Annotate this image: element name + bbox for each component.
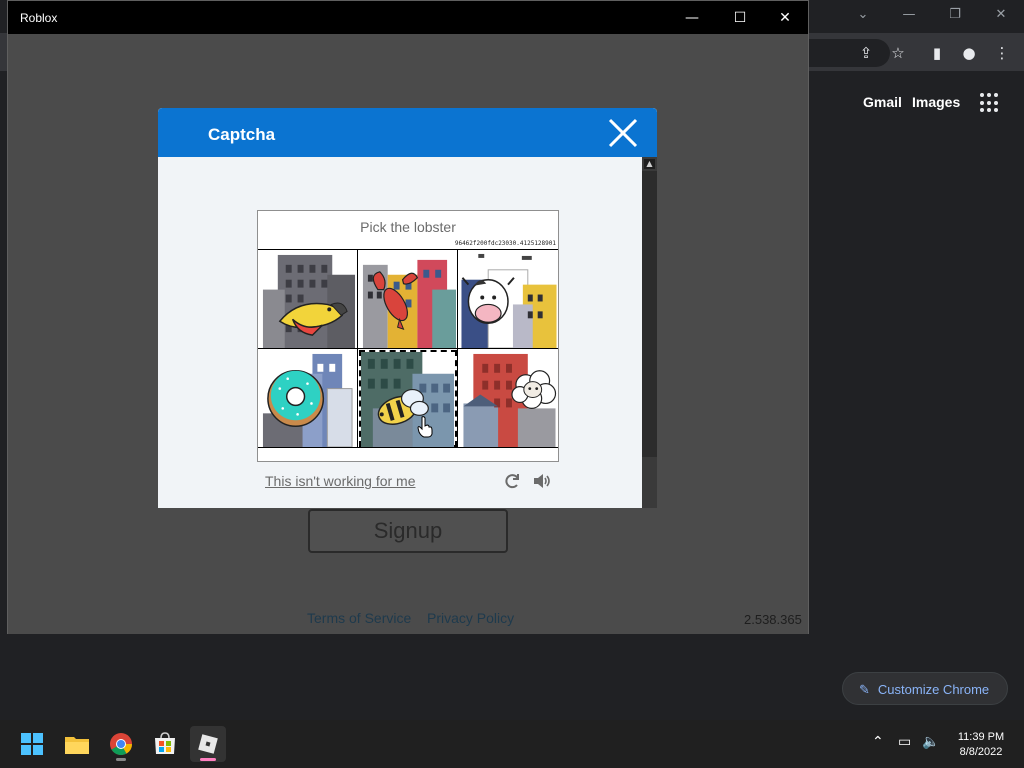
sheep-image — [463, 353, 557, 447]
signup-button[interactable]: Signup — [308, 509, 508, 553]
roblox-titlebar[interactable]: Roblox — ☐ ✕ — [8, 1, 808, 34]
tile-donut[interactable] — [258, 349, 358, 448]
tile-parrot[interactable] — [258, 250, 358, 349]
roblox-window-title: Roblox — [20, 11, 58, 25]
microsoft-store-icon[interactable] — [147, 726, 183, 762]
clock-date: 8/8/2022 — [959, 746, 1003, 758]
clock-time: 11:39 PM — [957, 731, 1005, 743]
captcha-header: Captcha — [158, 108, 657, 157]
start-icon[interactable] — [14, 726, 50, 762]
apps-icon[interactable] — [980, 93, 1000, 113]
chevron-down-icon[interactable]: ⌄ — [850, 4, 876, 26]
network-icon[interactable]: ▭ — [898, 734, 911, 750]
tile-lobster[interactable] — [358, 250, 458, 349]
profile-icon[interactable]: ● — [958, 42, 980, 64]
taskbar-clock[interactable]: 11:39 PM 8/8/2022 — [946, 730, 1016, 760]
roblox-icon[interactable] — [190, 726, 226, 762]
share-icon[interactable]: ⇪ — [855, 42, 877, 64]
pencil-icon: ✎ — [859, 683, 870, 698]
maximize-icon[interactable]: ☐ — [726, 7, 754, 29]
terms-of-service-link[interactable]: Terms of Service — [307, 610, 411, 626]
captcha-title: Captcha — [208, 125, 276, 144]
not-working-link[interactable]: This isn't working for me — [265, 473, 416, 489]
menu-icon[interactable]: ⋮ — [991, 42, 1013, 64]
taskbar: ⌃ ▭ 🔈 — [0, 720, 1024, 768]
audio-icon[interactable] — [532, 471, 552, 491]
file-explorer-icon[interactable] — [59, 726, 95, 762]
captcha-puzzle: Pick the lobster 96462f200fdc23030.41251… — [257, 210, 559, 462]
captcha-tile-grid — [258, 249, 558, 448]
tile-cow[interactable] — [458, 250, 558, 349]
captcha-hash: 96462f200fdc23030.4125128901 — [454, 240, 556, 247]
version-label: 2.538.365 — [744, 612, 802, 627]
captcha-dialog: Captcha ▲ Pick the lobster 96462f200fdc2… — [158, 108, 657, 508]
close-icon[interactable] — [606, 116, 640, 150]
side-panel-icon[interactable]: ▮ — [926, 42, 948, 64]
chevron-up-icon[interactable]: ⌃ — [872, 734, 884, 750]
volume-icon[interactable]: 🔈 — [922, 734, 939, 750]
customize-chrome-button[interactable]: ✎ Customize Chrome — [842, 672, 1008, 705]
customize-chrome-label: Customize Chrome — [877, 682, 990, 697]
parrot-image — [262, 254, 356, 348]
cow-image — [461, 253, 557, 348]
tile-bee[interactable] — [358, 349, 458, 448]
tile-sheep[interactable] — [458, 349, 558, 448]
scroll-up-icon[interactable]: ▲ — [644, 159, 655, 169]
star-icon[interactable]: ☆ — [887, 42, 909, 64]
close-icon[interactable]: ✕ — [988, 4, 1014, 26]
donut-image — [262, 353, 353, 447]
privacy-policy-link[interactable]: Privacy Policy — [427, 610, 514, 626]
hand-cursor-icon — [417, 416, 433, 438]
refresh-icon[interactable] — [503, 471, 523, 491]
bee-image — [360, 351, 455, 447]
captcha-scrollbar[interactable]: ▲ — [642, 157, 657, 508]
scrollbar-thumb[interactable] — [642, 171, 657, 457]
minimize-icon[interactable]: — — [678, 7, 706, 29]
restore-icon[interactable]: ❐ — [942, 4, 968, 26]
chrome-icon[interactable] — [103, 726, 139, 762]
close-icon[interactable]: ✕ — [771, 7, 799, 29]
lobster-image — [362, 259, 457, 348]
gmail-link[interactable]: Gmail — [863, 94, 902, 110]
minimize-icon[interactable]: — — [896, 4, 922, 26]
images-link[interactable]: Images — [912, 94, 960, 110]
captcha-prompt: Pick the lobster — [360, 219, 456, 235]
